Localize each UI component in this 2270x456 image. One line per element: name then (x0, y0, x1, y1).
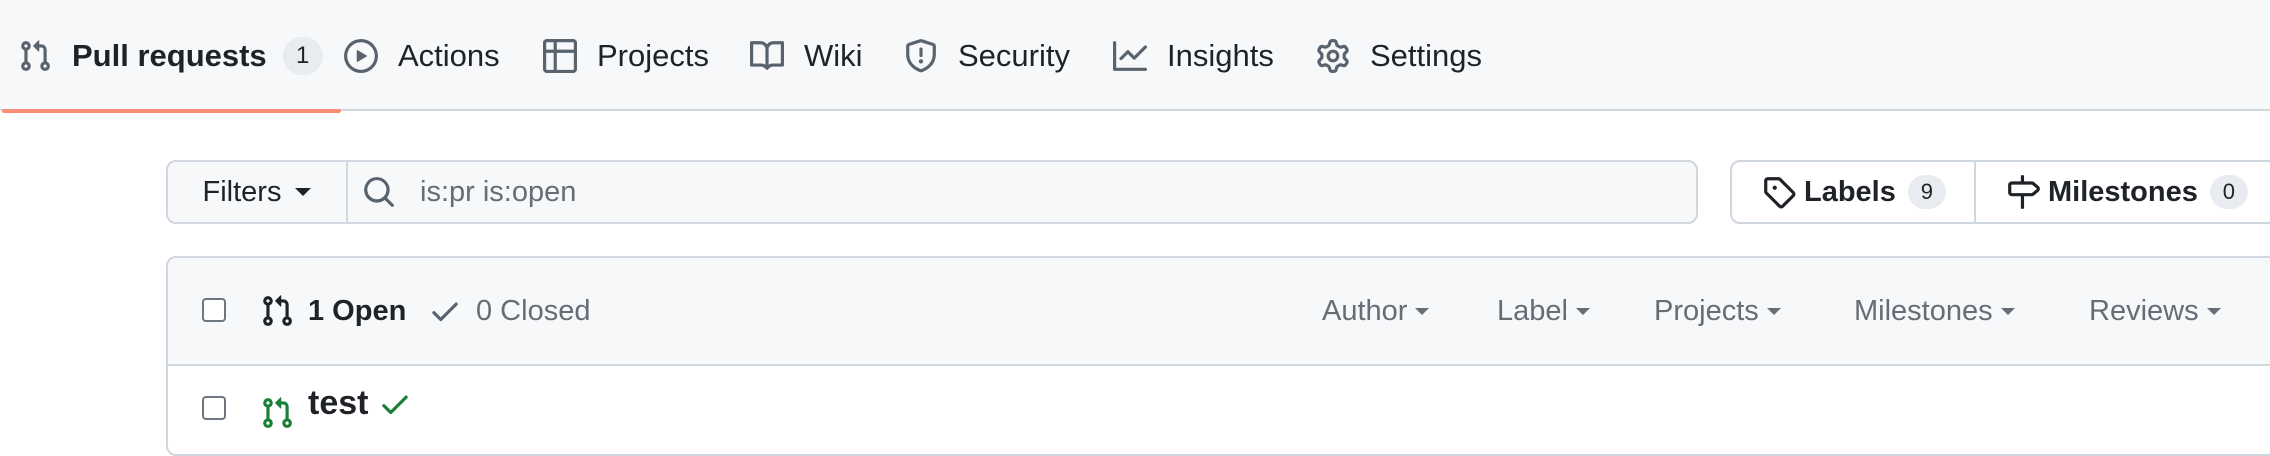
tab-projects-label: Projects (597, 37, 709, 73)
chevron-down-icon (2206, 307, 2221, 315)
tab-security-label: Security (958, 37, 1070, 73)
label-filter-label: Label (1497, 294, 1568, 327)
pull-request-list: 1 Open 0 Closed Author Label Projects Mi… (166, 256, 2270, 456)
projects-filter-label: Projects (1654, 294, 1759, 327)
milestones-button-label: Milestones (2048, 175, 2198, 208)
filters-button-label: Filters (202, 175, 282, 208)
author-filter-label: Author (1322, 294, 1408, 327)
labels-milestones-group: Labels 9 Milestones 0 (1730, 160, 2270, 224)
tab-pull-requests-label: Pull requests (72, 37, 267, 73)
labels-count-badge: 9 (1907, 175, 1946, 209)
git-pull-request-icon (263, 295, 292, 326)
milestones-button[interactable]: Milestones 0 (1976, 162, 2248, 222)
gear-icon (1317, 38, 1349, 73)
select-all-checkbox[interactable] (202, 298, 226, 322)
pr-title-link[interactable]: test (308, 384, 368, 423)
graph-icon (1113, 40, 1147, 71)
closed-filter-link[interactable]: 0 Closed (428, 258, 590, 364)
book-icon (750, 40, 784, 70)
open-filter-link[interactable]: 1 Open (260, 258, 406, 364)
label-filter-dropdown[interactable]: Label (1497, 258, 1590, 364)
closed-count-label: 0 Closed (476, 294, 591, 327)
check-icon (432, 302, 458, 322)
repo-tab-bar: Pull requests 1 Actions Projects Wiki Se… (0, 0, 2270, 113)
git-pull-request-icon (263, 397, 292, 428)
tab-pull-requests[interactable]: Pull requests 1 (2, 0, 341, 113)
list-item: test (168, 366, 2270, 454)
chevron-down-icon (1415, 307, 1430, 315)
filter-search-bar: Filters (166, 160, 1698, 224)
shield-icon (906, 38, 936, 72)
tab-actions-label: Actions (398, 37, 500, 73)
reviews-filter-dropdown[interactable]: Reviews (2089, 258, 2221, 364)
tab-wiki-label: Wiki (804, 37, 863, 73)
table-icon (543, 38, 577, 73)
tab-insights-label: Insights (1167, 37, 1274, 73)
pull-requests-count-badge: 1 (282, 36, 323, 75)
milestones-filter-label: Milestones (1854, 294, 1993, 327)
projects-filter-dropdown[interactable]: Projects (1654, 258, 1781, 364)
milestones-filter-dropdown[interactable]: Milestones (1854, 258, 2015, 364)
labels-button-label: Labels (1804, 175, 1896, 208)
tab-security[interactable]: Security (904, 0, 1070, 111)
reviews-filter-label: Reviews (2089, 294, 2199, 327)
filters-dropdown-button[interactable]: Filters (168, 162, 348, 222)
tab-actions[interactable]: Actions (344, 0, 500, 111)
list-header: 1 Open 0 Closed Author Label Projects Mi… (168, 258, 2270, 366)
search-icon (364, 177, 394, 207)
check-icon[interactable] (378, 387, 412, 421)
select-pr-checkbox[interactable] (202, 396, 226, 420)
search-input[interactable] (418, 174, 1622, 210)
labels-button[interactable]: Labels 9 (1732, 162, 1976, 222)
chevron-down-icon (1575, 307, 1590, 315)
tag-icon (1764, 177, 1796, 209)
search-field[interactable] (348, 162, 1696, 222)
tab-wiki[interactable]: Wiki (750, 0, 863, 111)
author-filter-dropdown[interactable]: Author (1322, 258, 1430, 364)
milestone-icon (2008, 175, 2040, 209)
open-count-label: 1 Open (308, 294, 407, 327)
tab-settings-label: Settings (1370, 37, 1483, 73)
tab-insights[interactable]: Insights (1113, 0, 1274, 111)
tab-projects[interactable]: Projects (543, 0, 709, 111)
chevron-down-icon (2000, 307, 2015, 315)
chevron-down-icon (1766, 307, 1781, 315)
pr-title-row: test (308, 384, 412, 423)
chevron-down-icon (295, 188, 312, 196)
play-icon (344, 38, 378, 73)
tab-settings[interactable]: Settings (1316, 0, 1482, 111)
git-pull-request-icon (21, 39, 50, 71)
milestones-count-badge: 0 (2209, 175, 2248, 209)
